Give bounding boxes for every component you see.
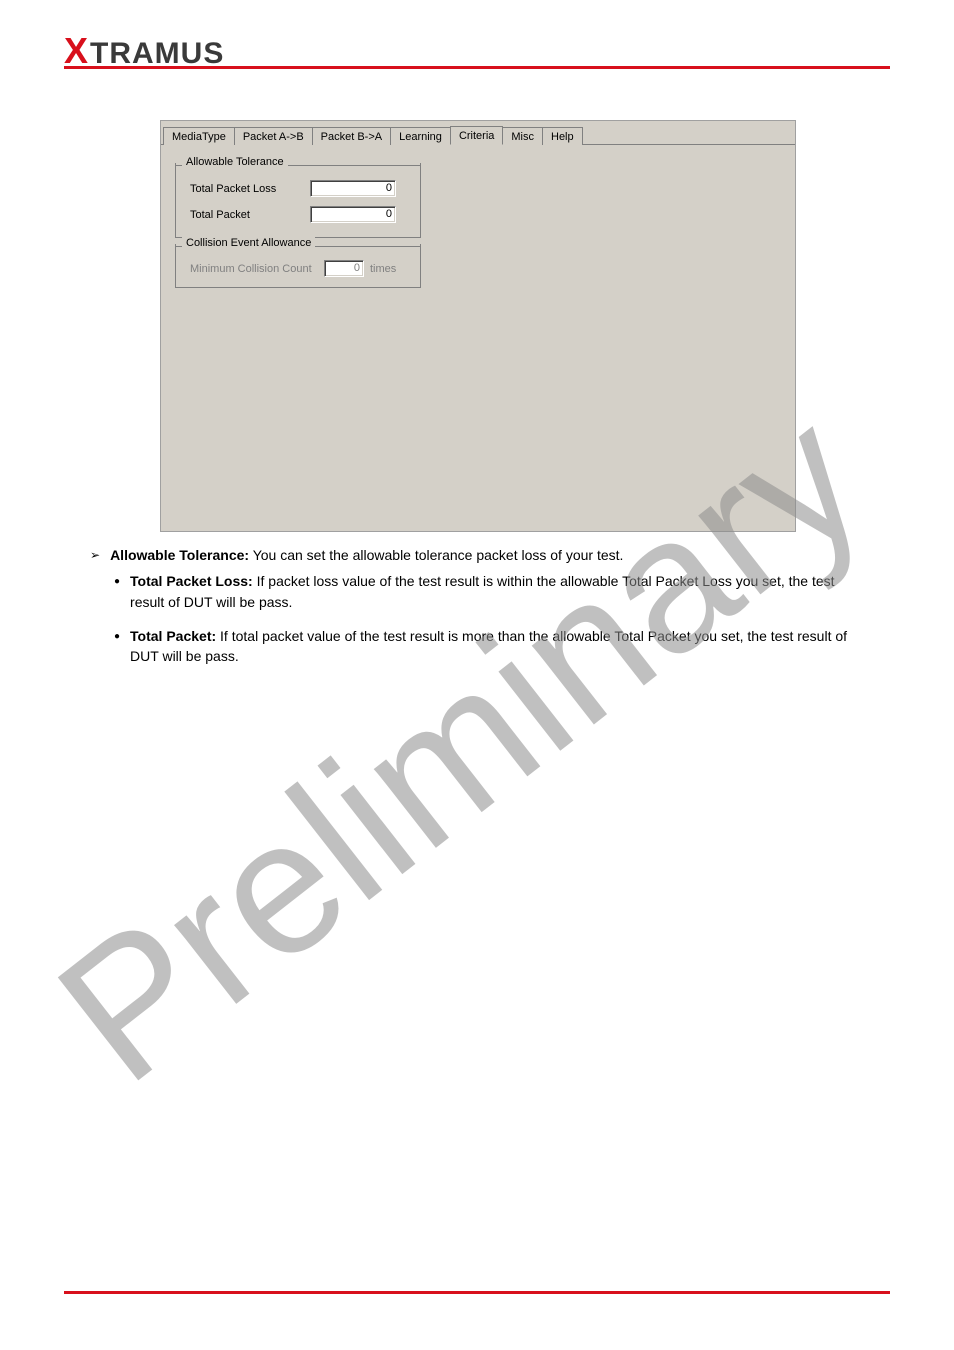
row-total-packet-loss: Total Packet Loss 0 (190, 180, 410, 197)
tab-packet-b-a[interactable]: Packet B->A (312, 127, 391, 145)
tab-misc[interactable]: Misc (502, 127, 543, 145)
tab-packet-a-b[interactable]: Packet A->B (234, 127, 313, 145)
bullet-total-packet: ● Total Packet: If total packet value of… (114, 626, 864, 667)
tab-learning[interactable]: Learning (390, 127, 451, 145)
tab-label: MediaType (172, 131, 226, 143)
row-min-collision-count: Minimum Collision Count 0 times (190, 260, 410, 277)
tab-label: Criteria (459, 130, 494, 142)
tab-label: Packet B->A (321, 131, 382, 143)
total-packet-text: If total packet value of the test result… (130, 628, 847, 664)
allowable-tolerance-text: You can set the allowable tolerance pack… (249, 547, 623, 563)
tab-label: Learning (399, 131, 442, 143)
group-title: Allowable Tolerance (182, 156, 288, 168)
footer-rule (64, 1291, 890, 1294)
criteria-dialog: MediaType Packet A->B Packet B->A Learni… (160, 120, 796, 532)
input-total-packet[interactable]: 0 (310, 206, 396, 223)
total-packet-loss-label: Total Packet Loss: (130, 573, 253, 589)
disc-bullet-icon: ● (114, 575, 120, 612)
tab-criteria[interactable]: Criteria (450, 126, 503, 145)
group-title: Collision Event Allowance (182, 237, 315, 249)
label-total-packet-loss: Total Packet Loss (190, 183, 310, 195)
label-total-packet: Total Packet (190, 209, 310, 221)
tab-label: Misc (511, 131, 534, 143)
disc-bullet-icon: ● (114, 630, 120, 667)
tab-label: Packet A->B (243, 131, 304, 143)
tab-mediatype[interactable]: MediaType (163, 127, 235, 145)
criteria-panel: Allowable Tolerance Total Packet Loss 0 … (161, 145, 795, 531)
input-min-collision-count: 0 (324, 260, 364, 277)
label-min-collision-count: Minimum Collision Count (190, 263, 324, 275)
triangle-bullet-icon: ➢ (90, 547, 100, 565)
suffix-times: times (370, 263, 396, 275)
input-total-packet-loss[interactable]: 0 (310, 180, 396, 197)
group-collision-event-allowance: Collision Event Allowance Minimum Collis… (175, 244, 421, 288)
group-allowable-tolerance: Allowable Tolerance Total Packet Loss 0 … (175, 163, 421, 238)
allowable-tolerance-label: Allowable Tolerance: (110, 547, 249, 563)
row-total-packet: Total Packet 0 (190, 206, 410, 223)
bullet-allowable-tolerance: ➢ Allowable Tolerance: You can set the a… (90, 545, 864, 565)
tab-help[interactable]: Help (542, 127, 583, 145)
tab-bar: MediaType Packet A->B Packet B->A Learni… (161, 121, 795, 145)
header-rule (64, 66, 890, 69)
tab-label: Help (551, 131, 574, 143)
bullet-total-packet-loss: ● Total Packet Loss: If packet loss valu… (114, 571, 864, 612)
body-text: ➢ Allowable Tolerance: You can set the a… (90, 545, 864, 666)
total-packet-label: Total Packet: (130, 628, 216, 644)
